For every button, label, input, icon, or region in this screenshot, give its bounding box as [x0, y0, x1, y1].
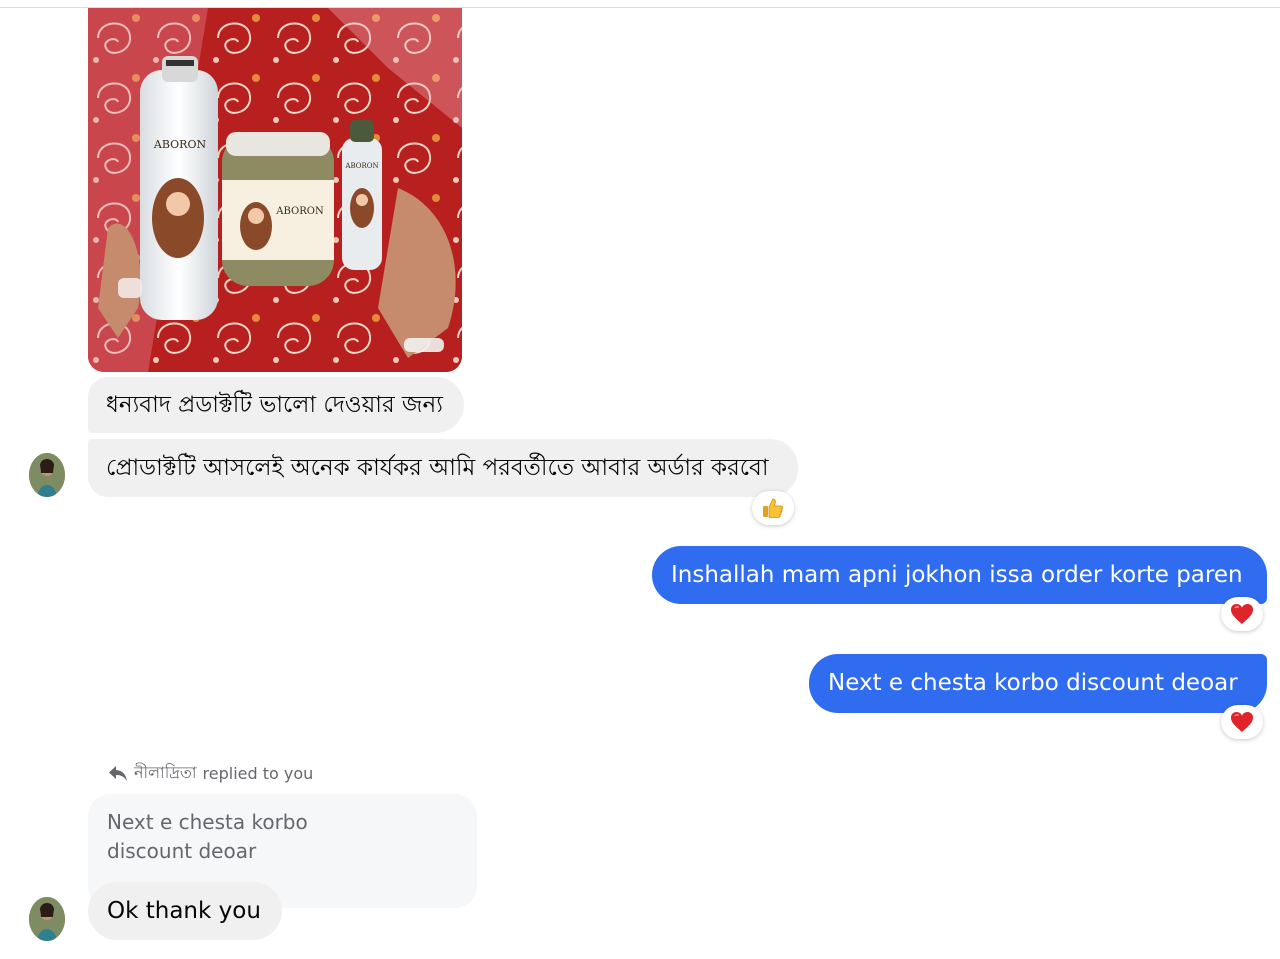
heart-icon: [1231, 712, 1253, 732]
reply-arrow-icon: [109, 766, 127, 781]
contact-avatar[interactable]: [29, 897, 65, 941]
message-text: Ok thank you: [107, 898, 261, 924]
quoted-line-1: Next e chesta korbo: [107, 810, 308, 834]
incoming-message-1[interactable]: ধন্যবাদ প্রডাক্টটি ভালো দেওয়ার জন্য: [88, 377, 464, 433]
shared-photo[interactable]: ABORON ABORON ABORON: [88, 8, 462, 372]
outgoing-message-1[interactable]: Inshallah mam apni jokhon issa order kor…: [652, 546, 1267, 604]
reply-header: নীলাদ্রিতা replied to you: [108, 760, 313, 786]
heart-reaction[interactable]: [1221, 597, 1263, 631]
incoming-message-2[interactable]: প্রোডাক্টটি আসলেই অনেক কার্যকর আমি পরবর্…: [88, 439, 798, 497]
product-label-text-3: ABORON: [344, 162, 378, 170]
reply-sender-name: নীলাদ্রিতা: [134, 762, 197, 782]
quoted-line-2: discount deoar: [107, 839, 257, 863]
product-label-text-2: ABORON: [275, 206, 324, 217]
product-label-text: ABORON: [153, 138, 207, 151]
reply-message[interactable]: Ok thank you: [88, 882, 282, 940]
message-text: Inshallah mam apni jokhon issa order kor…: [671, 562, 1243, 588]
thumbs-up-reaction[interactable]: [752, 491, 794, 525]
heart-icon: [1231, 604, 1253, 624]
message-text: প্রোডাক্টটি আসলেই অনেক কার্যকর আমি পরবর্…: [106, 455, 769, 481]
message-text: Next e chesta korbo discount deoar: [828, 670, 1238, 696]
contact-avatar[interactable]: [29, 453, 65, 497]
heart-reaction[interactable]: [1221, 705, 1263, 739]
reply-header-suffix: replied to you: [202, 763, 314, 783]
message-text: ধন্যবাদ প্রডাক্টটি ভালো দেওয়ার জন্য: [106, 392, 443, 418]
outgoing-message-2[interactable]: Next e chesta korbo discount deoar: [809, 654, 1267, 713]
thumbs-up-icon: [763, 498, 783, 518]
